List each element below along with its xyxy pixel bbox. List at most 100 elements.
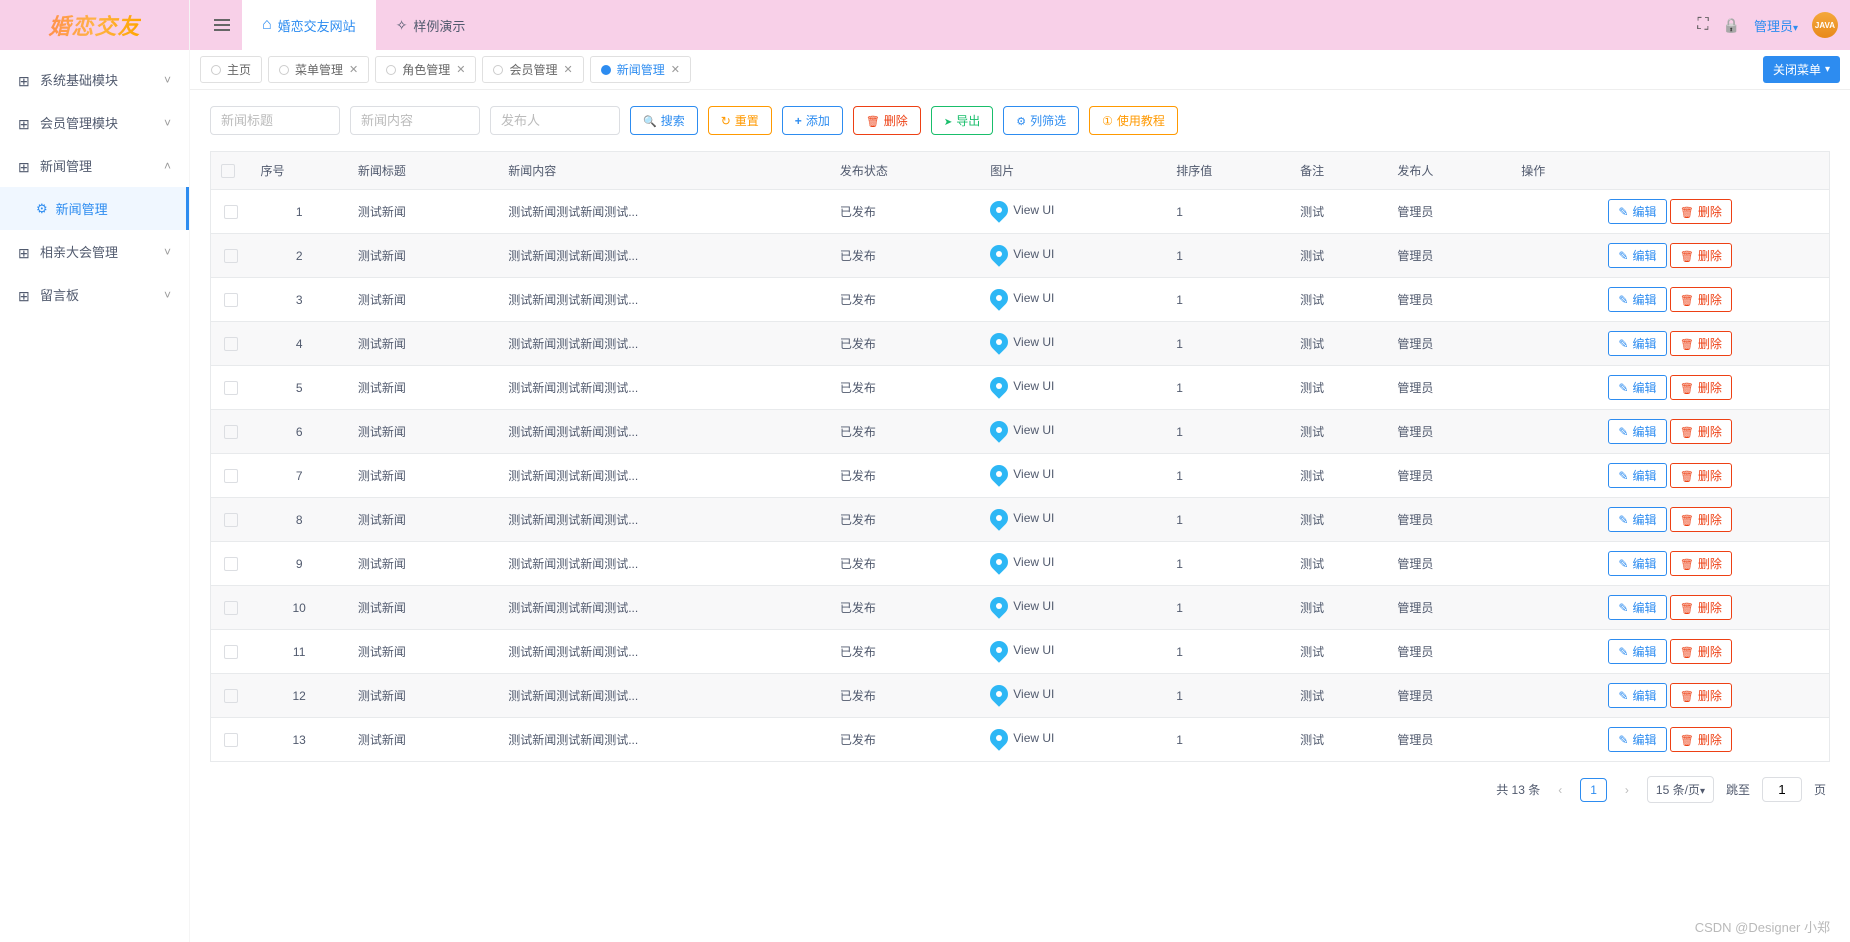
sidebar-item-1[interactable]: 会员管理模块˅ [0, 101, 189, 144]
page-tab-1[interactable]: 菜单管理 ✕ [268, 56, 369, 83]
sidebar-item-2[interactable]: 新闻管理˄ [0, 144, 189, 187]
page-tab-0[interactable]: 主页 [200, 56, 262, 83]
top-tab-1[interactable]: 样例演示 [376, 0, 486, 50]
reset-button[interactable]: 重置 [708, 106, 772, 135]
cell-remark: 测试 [1290, 542, 1387, 586]
edit-button[interactable]: 编辑 [1608, 507, 1666, 532]
menu-toggle-button[interactable] [202, 0, 242, 50]
row-checkbox[interactable] [224, 205, 238, 219]
cell-sort: 1 [1166, 454, 1290, 498]
row-delete-button[interactable]: 删除 [1670, 287, 1732, 312]
row-checkbox[interactable] [224, 645, 238, 659]
row-checkbox[interactable] [224, 381, 238, 395]
row-checkbox[interactable] [224, 557, 238, 571]
user-menu[interactable]: 管理员 [1754, 16, 1798, 35]
row-checkbox[interactable] [224, 293, 238, 307]
row-delete-button[interactable]: 删除 [1670, 375, 1732, 400]
edit-button[interactable]: 编辑 [1608, 331, 1666, 356]
next-page-button[interactable]: › [1619, 783, 1635, 797]
close-tabs-label: 关闭菜单 [1773, 61, 1821, 78]
viewui-icon [987, 329, 1012, 354]
close-icon[interactable]: ✕ [349, 63, 358, 76]
edit-button[interactable]: 编辑 [1608, 463, 1666, 488]
select-all-checkbox[interactable] [221, 164, 235, 178]
row-delete-button[interactable]: 删除 [1670, 551, 1732, 576]
row-delete-button[interactable]: 删除 [1670, 507, 1732, 532]
row-delete-button[interactable]: 删除 [1670, 639, 1732, 664]
cell-publisher: 管理员 [1387, 366, 1511, 410]
top-tab-0[interactable]: 婚恋交友网站 [242, 0, 376, 50]
table-row: 11 测试新闻 测试新闻测试新闻测试... 已发布 View UI 1 测试 管… [211, 630, 1830, 674]
cell-publisher: 管理员 [1387, 630, 1511, 674]
trash-icon [1680, 689, 1694, 703]
row-checkbox[interactable] [224, 249, 238, 263]
edit-button[interactable]: 编辑 [1608, 243, 1666, 268]
page-size-select[interactable]: 15 条/页 [1647, 776, 1714, 803]
filter-title-input[interactable] [210, 106, 340, 135]
row-delete-button[interactable]: 删除 [1670, 199, 1732, 224]
delete-button[interactable]: 删除 [853, 106, 921, 135]
row-delete-button[interactable]: 删除 [1670, 331, 1732, 356]
filter-publisher-input[interactable] [490, 106, 620, 135]
sidebar-item-3[interactable]: 相亲大会管理˅ [0, 230, 189, 273]
row-delete-button[interactable]: 删除 [1670, 243, 1732, 268]
table-row: 13 测试新闻 测试新闻测试新闻测试... 已发布 View UI 1 测试 管… [211, 718, 1830, 762]
cell-sort: 1 [1166, 366, 1290, 410]
edit-icon [1618, 645, 1628, 659]
edit-icon [1618, 337, 1628, 351]
lock-icon[interactable] [1723, 17, 1740, 34]
cell-sort: 1 [1166, 190, 1290, 234]
edit-button[interactable]: 编辑 [1608, 727, 1666, 752]
viewui-icon [987, 593, 1012, 618]
close-icon[interactable]: ✕ [564, 63, 573, 76]
edit-button[interactable]: 编辑 [1608, 199, 1666, 224]
sidebar-item-4[interactable]: 留言板˅ [0, 273, 189, 316]
close-icon[interactable]: ✕ [671, 63, 680, 76]
row-delete-button[interactable]: 删除 [1670, 463, 1732, 488]
help-button[interactable]: 使用教程 [1089, 106, 1178, 135]
viewui-icon [987, 241, 1012, 266]
col-publisher: 发布人 [1387, 152, 1511, 190]
row-checkbox[interactable] [224, 601, 238, 615]
edit-button[interactable]: 编辑 [1608, 551, 1666, 576]
page-tab-label: 角色管理 [402, 61, 450, 78]
page-1-button[interactable]: 1 [1580, 778, 1607, 802]
add-button[interactable]: 添加 [782, 106, 843, 135]
row-checkbox[interactable] [224, 337, 238, 351]
row-checkbox[interactable] [224, 733, 238, 747]
cell-content: 测试新闻测试新闻测试... [498, 366, 830, 410]
row-delete-button[interactable]: 删除 [1670, 683, 1732, 708]
page-tab-label: 菜单管理 [295, 61, 343, 78]
edit-button[interactable]: 编辑 [1608, 375, 1666, 400]
avatar[interactable]: JAVA [1812, 12, 1838, 38]
row-checkbox[interactable] [224, 689, 238, 703]
filter-content-input[interactable] [350, 106, 480, 135]
row-delete-button[interactable]: 删除 [1670, 727, 1732, 752]
fullscreen-icon[interactable] [1697, 16, 1708, 34]
edit-button[interactable]: 编辑 [1608, 287, 1666, 312]
row-delete-button[interactable]: 删除 [1670, 595, 1732, 620]
close-tabs-menu-button[interactable]: 关闭菜单 [1763, 56, 1840, 83]
row-delete-button[interactable]: 删除 [1670, 419, 1732, 444]
column-filter-button[interactable]: 列筛选 [1003, 106, 1079, 135]
page-tab-4[interactable]: 新闻管理✕ [590, 56, 691, 83]
edit-button[interactable]: 编辑 [1608, 595, 1666, 620]
row-checkbox[interactable] [224, 469, 238, 483]
row-checkbox[interactable] [224, 425, 238, 439]
sidebar-subitem-2-0[interactable]: 新闻管理 [0, 187, 186, 230]
edit-button[interactable]: 编辑 [1608, 639, 1666, 664]
col-sort: 排序值 [1166, 152, 1290, 190]
row-checkbox[interactable] [224, 513, 238, 527]
search-button[interactable]: 搜索 [630, 106, 698, 135]
cell-seq: 11 [251, 630, 348, 674]
close-icon[interactable]: ✕ [456, 63, 465, 76]
page-tab-2[interactable]: 角色管理 ✕ [375, 56, 476, 83]
page-jump-input[interactable] [1762, 777, 1802, 802]
export-button[interactable]: 导出 [931, 106, 993, 135]
sidebar-item-0[interactable]: 系统基础模块˅ [0, 58, 189, 101]
edit-button[interactable]: 编辑 [1608, 419, 1666, 444]
page-tab-3[interactable]: 会员管理✕ [482, 56, 583, 83]
prev-page-button[interactable]: ‹ [1552, 783, 1568, 797]
edit-button[interactable]: 编辑 [1608, 683, 1666, 708]
cell-seq: 4 [251, 322, 348, 366]
